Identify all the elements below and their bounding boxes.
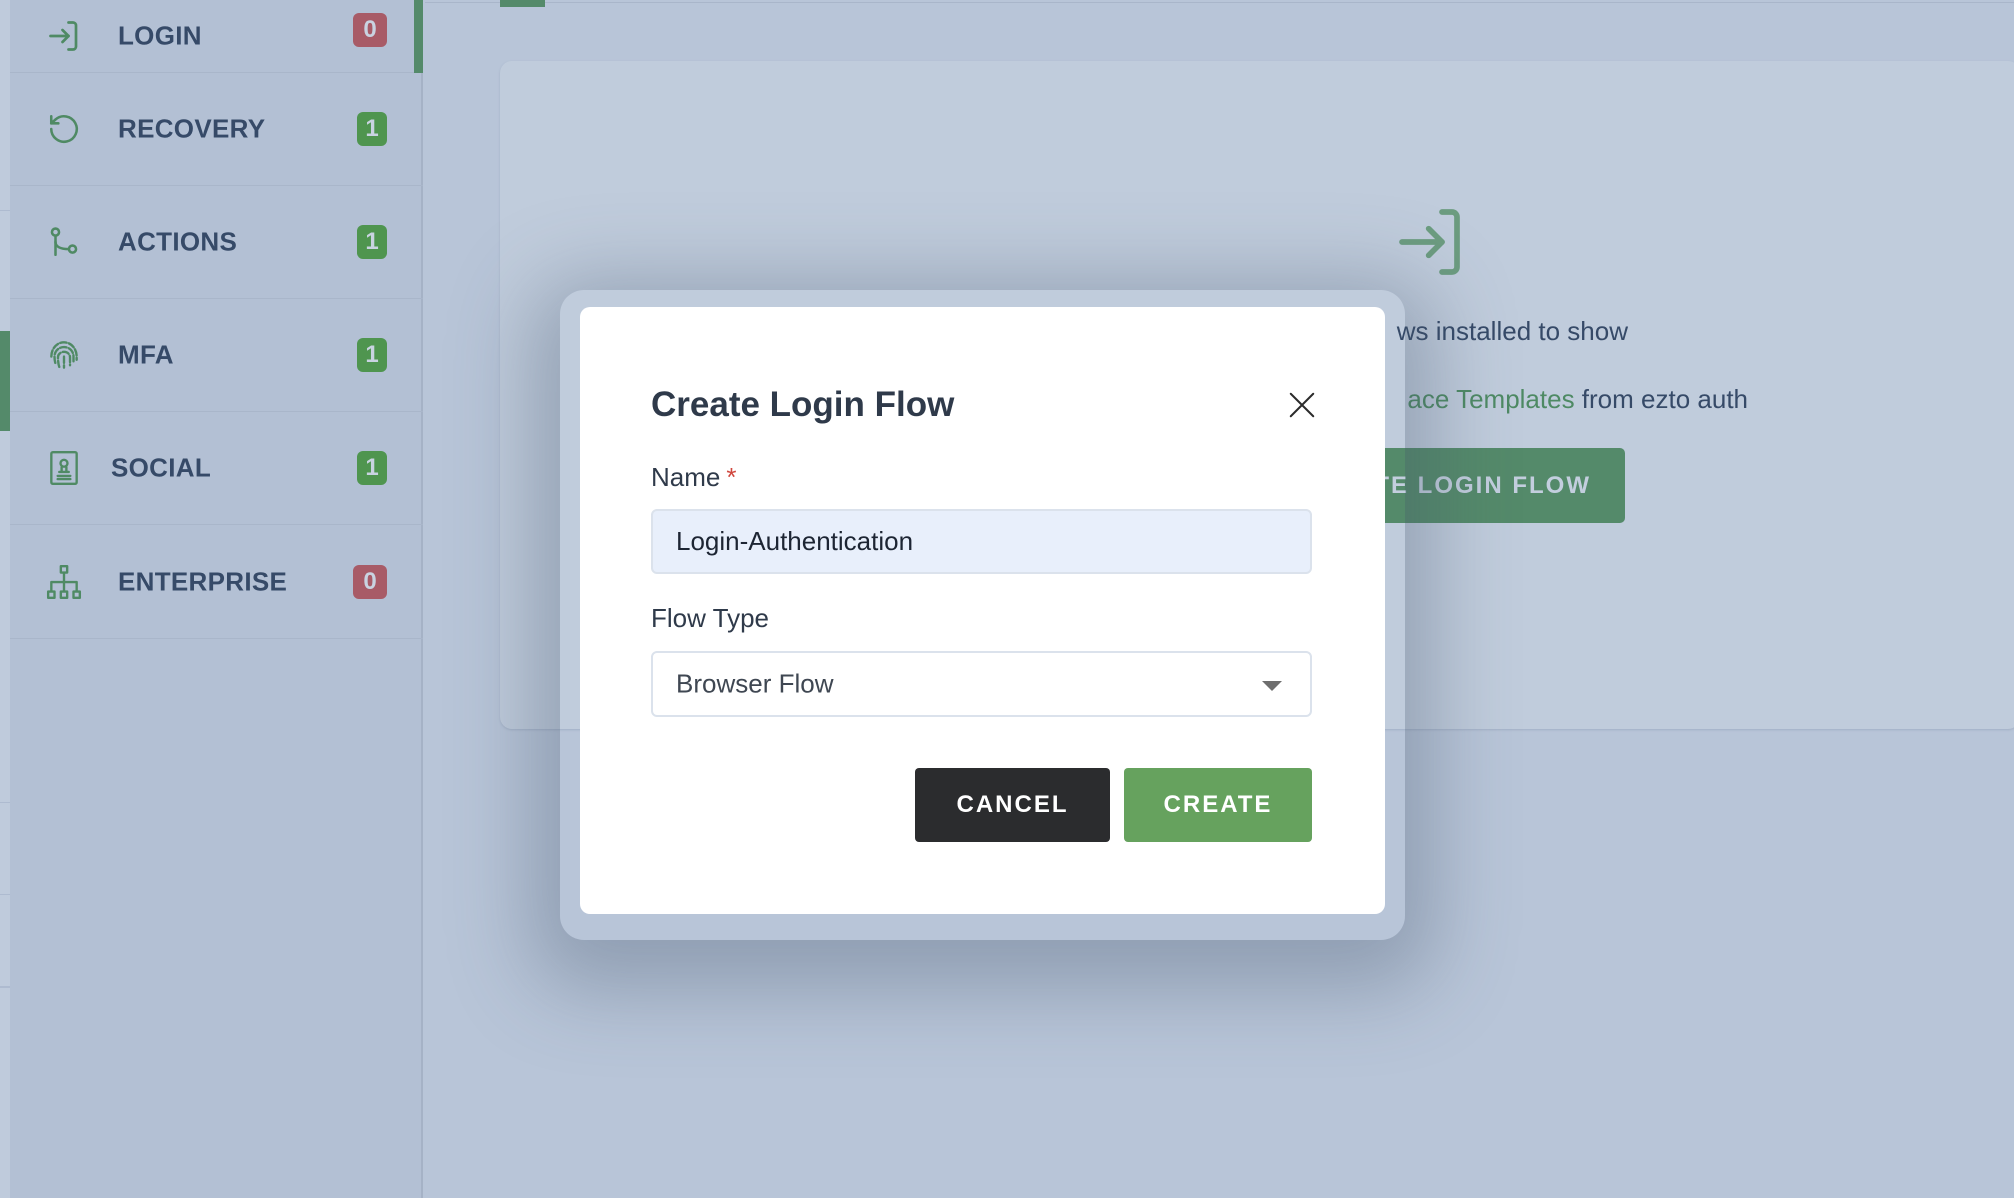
name-label-text: Name (651, 462, 721, 492)
count-badge: 1 (357, 451, 387, 485)
sidebar-item-label: LOGIN (118, 20, 202, 51)
empty-state-message: ws installed to show (1396, 316, 1628, 346)
active-tab-indicator (500, 0, 545, 7)
login-arrow-icon (1392, 202, 1472, 282)
fingerprint-icon (44, 335, 84, 375)
sidebar-item-login[interactable]: LOGIN 0 (10, 0, 423, 73)
count-badge: 1 (357, 338, 387, 372)
flow-type-label: Flow Type (651, 603, 770, 633)
org-chart-icon (44, 562, 84, 602)
cancel-button[interactable]: CANCEL (915, 768, 1110, 842)
sidebar-item-social[interactable]: SOCIAL 1 (10, 412, 423, 525)
tabs-divider (425, 2, 2014, 3)
sidebar-item-label: ACTIONS (118, 226, 238, 257)
count-badge: 0 (353, 565, 387, 599)
create-button[interactable]: CREATE (1124, 768, 1312, 842)
active-indicator (414, 0, 423, 73)
chevron-down-icon (1262, 681, 1282, 691)
actions-branch-icon (44, 222, 84, 262)
sidebar-item-label: SOCIAL (111, 452, 212, 483)
create-login-flow-modal: Create Login Flow Name* Flow Type Browse… (580, 307, 1385, 914)
left-edge-strip (0, 0, 10, 1198)
edge-divider (0, 987, 10, 988)
edge-divider (0, 802, 10, 803)
edge-divider (0, 210, 10, 211)
sidebar-item-enterprise[interactable]: ENTERPRISE 0 (10, 526, 423, 639)
edge-divider (0, 986, 10, 987)
modal-title: Create Login Flow (651, 385, 955, 424)
sidebar-item-actions[interactable]: ACTIONS 1 (10, 186, 423, 299)
close-icon (1289, 392, 1315, 418)
edge-divider (0, 894, 10, 895)
sidebar-item-label: ENTERPRISE (118, 566, 288, 597)
recovery-icon (44, 109, 84, 149)
sidebar-item-label: MFA (118, 339, 174, 370)
flow-type-select[interactable]: Browser Flow (651, 651, 1312, 717)
login-arrow-icon (44, 16, 84, 56)
id-badge-icon (44, 448, 84, 488)
sidebar-item-mfa[interactable]: MFA 1 (10, 299, 423, 412)
count-badge: 1 (357, 112, 387, 146)
empty-state-hint: ace Templates from ezto auth (1407, 384, 1748, 415)
marketplace-templates-link[interactable]: ace Templates (1407, 384, 1574, 414)
sidebar-item-label: RECOVERY (118, 113, 266, 144)
flow-sidebar: LOGIN 0 RECOVERY 1 ACTIONS 1 MFA 1 SOCIA… (10, 0, 423, 1198)
name-input[interactable] (651, 509, 1312, 574)
edge-active-indicator (0, 331, 10, 431)
name-label: Name * (651, 462, 736, 493)
close-button[interactable] (1282, 385, 1322, 425)
required-asterisk: * (726, 462, 737, 492)
sidebar-item-recovery[interactable]: RECOVERY 1 (10, 73, 423, 186)
count-badge: 0 (353, 13, 387, 47)
empty-state-hint-text: from ezto auth (1574, 384, 1748, 414)
flow-type-value: Browser Flow (676, 668, 834, 699)
count-badge: 1 (357, 225, 387, 259)
